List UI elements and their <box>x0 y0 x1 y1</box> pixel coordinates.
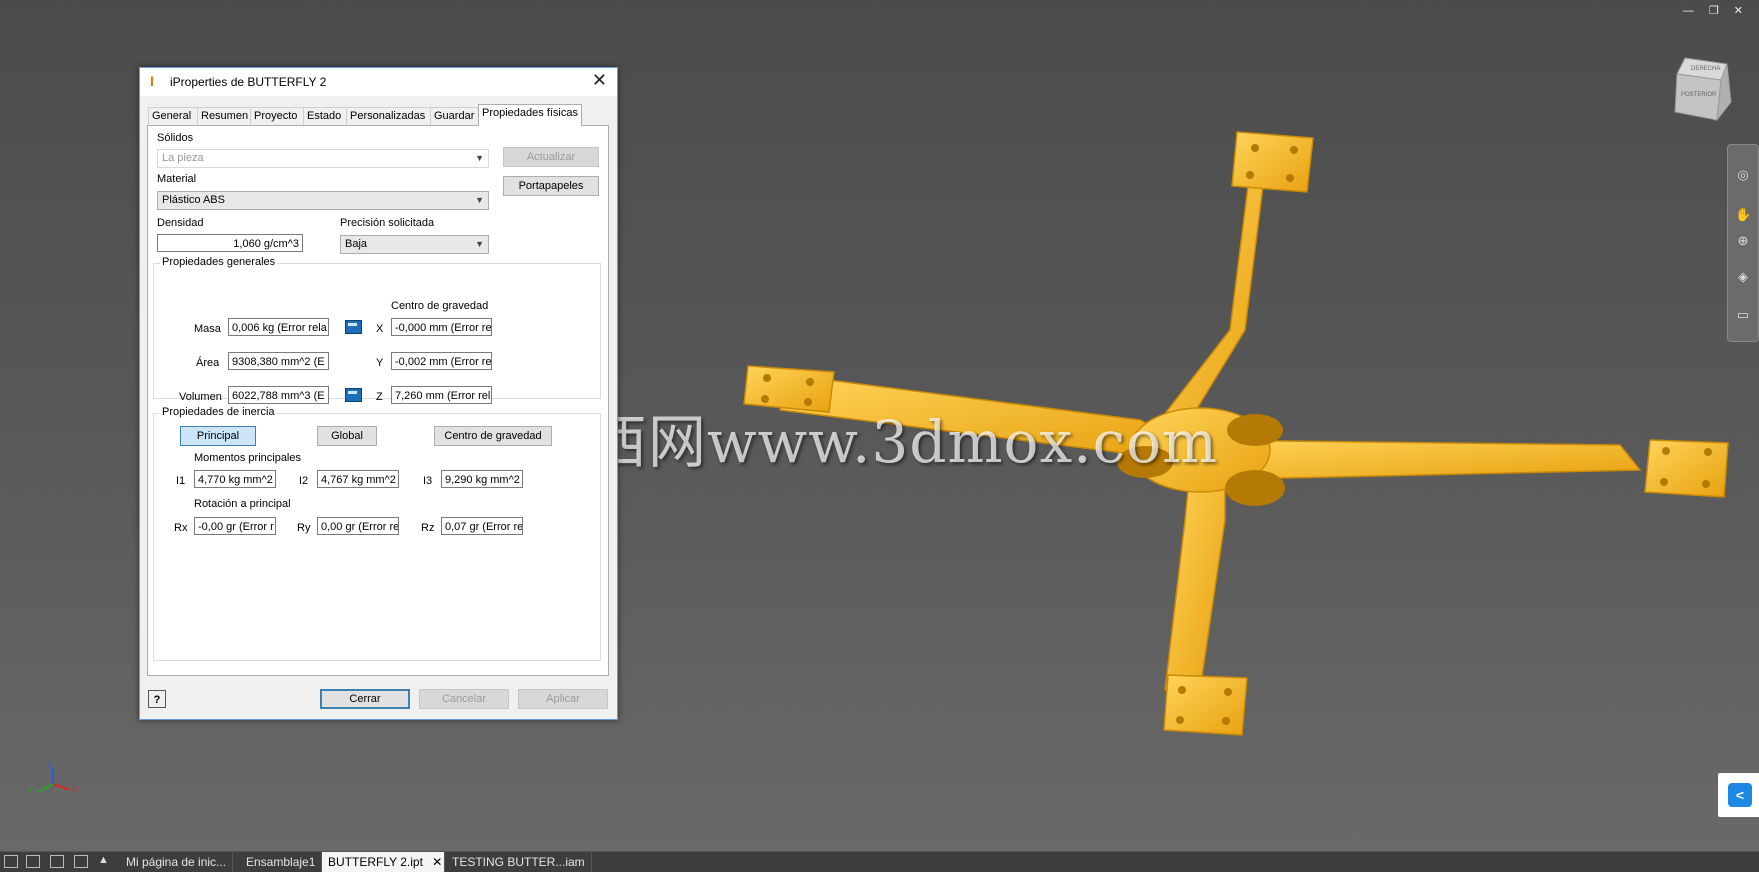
physical-properties-panel: Sólidos La pieza ▼ Actualizar Portapapele… <box>147 125 609 676</box>
tab-propiedades-fisicas[interactable]: Propiedades físicas <box>478 104 582 126</box>
z-label: Z <box>376 391 383 403</box>
x-label: X <box>376 323 384 335</box>
axis-triad-icon: Z X Y <box>28 762 78 794</box>
close-window-icon[interactable]: ✕ <box>1734 5 1749 17</box>
mass-label: Masa <box>194 323 221 335</box>
material-label: Material <box>157 173 197 185</box>
close-tab-icon[interactable]: ✕ <box>432 855 442 869</box>
minimize-icon[interactable]: — <box>1683 5 1700 17</box>
calculator-icon[interactable] <box>345 388 362 402</box>
look-at-icon[interactable]: ▭ <box>1735 307 1751 323</box>
center-of-gravity-button[interactable]: Centro de gravedad <box>434 426 552 446</box>
cog-y-field[interactable]: -0,002 mm (Error re <box>391 352 492 370</box>
steering-wheel-icon[interactable]: ◎ <box>1735 167 1751 183</box>
tab-resumen[interactable]: Resumen <box>197 107 251 125</box>
share-icon: < <box>1728 783 1752 807</box>
svg-text:X: X <box>72 785 78 794</box>
dialog-close-icon[interactable]: ✕ <box>592 70 607 91</box>
inventor-icon: I <box>150 73 154 89</box>
inertia-properties-group: Propiedades de inercia Principal Global … <box>153 406 601 661</box>
rx-label: Rx <box>174 522 188 534</box>
dialog-title: iProperties de BUTTERFLY 2 <box>170 75 327 89</box>
tab-estado[interactable]: Estado <box>303 107 347 125</box>
doc-tab-butterfly2[interactable]: BUTTERFLY 2.ipt ✕ <box>322 852 445 872</box>
triangle-up-icon[interactable]: ▲ <box>98 854 109 866</box>
principal-button[interactable]: Principal <box>180 426 256 446</box>
orbit-icon[interactable]: ◈ <box>1735 269 1751 285</box>
precision-select[interactable]: Baja ▼ <box>340 235 489 254</box>
arrange-vertical-icon[interactable] <box>74 855 88 868</box>
principal-moments-label: Momentos principales <box>194 452 301 464</box>
apply-button[interactable]: Aplicar <box>518 689 608 709</box>
tab-guardar[interactable]: Guardar <box>430 107 480 125</box>
global-button[interactable]: Global <box>317 426 377 446</box>
inertia-properties-title: Propiedades de inercia <box>160 406 277 418</box>
chevron-down-icon: ▼ <box>475 195 484 205</box>
cog-z-field[interactable]: 7,260 mm (Error rel <box>391 386 492 404</box>
tab-proyecto[interactable]: Proyecto <box>250 107 304 125</box>
general-properties-title: Propiedades generales <box>160 256 278 268</box>
i3-label: I3 <box>423 475 433 487</box>
tab-personalizadas[interactable]: Personalizadas <box>346 107 431 125</box>
area-field[interactable]: 9308,380 mm^2 (E <box>228 352 329 370</box>
help-icon[interactable]: ? <box>148 690 166 708</box>
viewcube-top-label: DERECHA <box>1691 66 1720 72</box>
navigation-bar: ◎ ✋ ⊕ ◈ ▭ <box>1727 144 1759 342</box>
density-label: Densidad <box>157 217 204 229</box>
volume-label: Volumen <box>179 391 222 403</box>
rz-field[interactable]: 0,07 gr (Error re <box>441 517 523 535</box>
arrange-horizontal-icon[interactable] <box>50 855 64 868</box>
restore-icon[interactable]: ❐ <box>1709 5 1725 17</box>
clipboard-button[interactable]: Portapapeles <box>503 176 599 196</box>
zoom-icon[interactable]: ⊕ <box>1735 233 1751 249</box>
viewcube-side-label: POSTERIOR <box>1681 92 1717 98</box>
volume-field[interactable]: 6022,788 mm^3 (E <box>228 386 329 404</box>
rx-field[interactable]: -0,00 gr (Error r <box>194 517 276 535</box>
iproperties-dialog: I iProperties de BUTTERFLY 2 ✕ General R… <box>139 67 618 720</box>
i2-label: I2 <box>299 475 309 487</box>
tab-general[interactable]: General <box>148 107 198 125</box>
chevron-down-icon: ▼ <box>475 239 484 249</box>
window-controls[interactable]: — ❐ ✕ <box>1683 4 1749 17</box>
density-field[interactable]: 1,060 g/cm^3 <box>157 234 303 252</box>
close-button[interactable]: Cerrar <box>320 689 410 709</box>
rotation-label: Rotación a principal <box>194 498 291 510</box>
ry-label: Ry <box>297 522 311 534</box>
svg-text:Z: Z <box>48 762 53 770</box>
tile-windows-icon[interactable] <box>26 855 40 868</box>
ry-field[interactable]: 0,00 gr (Error re <box>317 517 399 535</box>
doc-tab-home[interactable]: Mi página de inic... <box>120 852 234 872</box>
chevron-down-icon: ▼ <box>475 153 484 163</box>
i3-field[interactable]: 9,290 kg mm^2 <box>441 470 523 488</box>
share-button[interactable]: < <box>1718 773 1759 817</box>
viewcube[interactable]: DERECHA POSTERIOR <box>1665 50 1741 126</box>
y-label: Y <box>376 357 384 369</box>
document-tab-bar: ▲ Mi página de inic... Ensamblaje1 BUTTE… <box>0 851 1759 872</box>
solids-select[interactable]: La pieza ▼ <box>157 149 489 168</box>
update-button[interactable]: Actualizar <box>503 147 599 167</box>
i1-field[interactable]: 4,770 kg mm^2 <box>194 470 276 488</box>
center-of-gravity-label: Centro de gravedad <box>391 300 489 312</box>
mass-field[interactable]: 0,006 kg (Error rela <box>228 318 329 336</box>
cancel-button[interactable]: Cancelar <box>419 689 509 709</box>
calculator-icon[interactable] <box>345 320 362 334</box>
solids-label: Sólidos <box>157 132 194 144</box>
area-label: Área <box>196 357 220 369</box>
watermark-text: 莫西网www.3dmox.com <box>530 408 1218 476</box>
pan-icon[interactable]: ✋ <box>1735 207 1751 223</box>
doc-tab-ensamblaje1[interactable]: Ensamblaje1 <box>240 852 323 872</box>
i2-field[interactable]: 4,767 kg mm^2 <box>317 470 399 488</box>
doc-tab-testing-butterfly[interactable]: TESTING BUTTER...iam <box>446 852 592 872</box>
material-select[interactable]: Plástico ABS ▼ <box>157 191 489 210</box>
general-properties-group: Propiedades generales Centro de gravedad… <box>153 256 601 404</box>
precision-label: Precisión solicitada <box>340 217 435 229</box>
svg-text:Y: Y <box>28 785 34 794</box>
cog-x-field[interactable]: -0,000 mm (Error re <box>391 318 492 336</box>
cascade-windows-icon[interactable] <box>4 855 18 868</box>
i1-label: I1 <box>176 475 186 487</box>
dialog-titlebar[interactable]: I iProperties de BUTTERFLY 2 ✕ <box>140 68 617 96</box>
rz-label: Rz <box>421 522 435 534</box>
